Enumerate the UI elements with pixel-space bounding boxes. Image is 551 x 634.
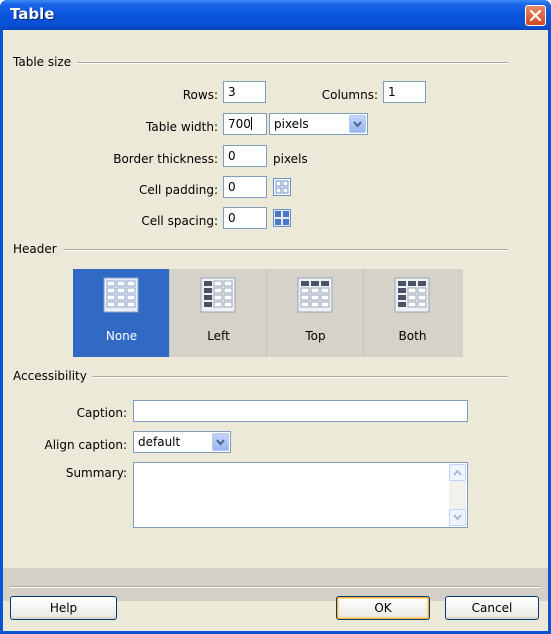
close-icon: [529, 9, 542, 22]
header-options: None Left Top Both: [73, 269, 463, 357]
cell-padding-label: Cell padding:: [138, 183, 218, 197]
table-width-unit-value: pixels: [274, 117, 309, 131]
align-caption-select[interactable]: default: [133, 431, 231, 453]
header-option-left-label: Left: [207, 329, 230, 343]
header-option-left[interactable]: Left: [170, 269, 267, 357]
table-no-header-icon: [103, 277, 139, 313]
cell-spacing-input[interactable]: 0: [223, 207, 267, 229]
footer-divider: [11, 586, 540, 588]
ok-button[interactable]: OK: [336, 596, 430, 620]
header-option-none-label: None: [105, 329, 138, 343]
header-option-top-label: Top: [305, 329, 326, 343]
chevron-up-icon: [453, 469, 462, 476]
cell-padding-input[interactable]: 0: [223, 176, 267, 198]
table-width-input[interactable]: 700: [223, 113, 267, 135]
table-width-label: Table width:: [146, 120, 218, 134]
border-thickness-unit: pixels: [273, 152, 308, 166]
table-size-legend: Table size: [13, 55, 78, 69]
summary-scrollbar[interactable]: [449, 464, 466, 526]
dialog-body: Table size Rows: 3 Columns: 1 Table widt…: [3, 30, 548, 631]
align-caption-label: Align caption:: [44, 438, 127, 452]
scroll-down-button[interactable]: [449, 509, 466, 526]
cell-padding-icon: [273, 178, 291, 196]
summary-label: Summary:: [65, 466, 127, 480]
cell-spacing-icon: [273, 209, 291, 227]
border-thickness-label: Border thickness:: [113, 152, 218, 166]
dialog-title: Table: [10, 5, 55, 23]
caption-label: Caption:: [76, 406, 127, 420]
table-left-header-icon: [200, 277, 236, 313]
columns-label: Columns:: [321, 88, 378, 102]
close-button[interactable]: [525, 5, 546, 26]
rows-input[interactable]: 3: [223, 81, 266, 103]
table-width-unit-dropdown-button[interactable]: [349, 115, 366, 133]
header-option-top[interactable]: Top: [267, 269, 364, 357]
help-button[interactable]: Help: [10, 596, 117, 620]
rows-label: Rows:: [182, 88, 218, 102]
align-caption-dropdown-button[interactable]: [212, 433, 229, 451]
table-dialog: Table Table size Rows: 3 Columns: 1 Tabl…: [0, 0, 551, 634]
cancel-button[interactable]: Cancel: [445, 596, 539, 620]
accessibility-legend: Accessibility: [13, 369, 93, 383]
table-top-header-icon: [297, 277, 333, 313]
scroll-up-button[interactable]: [449, 464, 466, 481]
align-caption-value: default: [138, 435, 181, 449]
table-size-divider: [13, 62, 508, 64]
table-both-header-icon: [394, 277, 430, 313]
table-width-unit-select[interactable]: pixels: [269, 113, 368, 135]
chevron-down-icon: [216, 439, 225, 446]
columns-input[interactable]: 1: [383, 81, 426, 103]
header-option-both[interactable]: Both: [364, 269, 461, 357]
table-width-value: 700: [228, 117, 251, 131]
header-option-both-label: Both: [398, 329, 427, 343]
title-bar[interactable]: Table: [0, 0, 551, 30]
text-caret: [250, 117, 252, 130]
chevron-down-icon: [353, 121, 362, 128]
summary-textarea[interactable]: [133, 462, 468, 528]
header-option-none[interactable]: None: [73, 269, 170, 357]
cell-spacing-label: Cell spacing:: [141, 214, 218, 228]
border-thickness-input[interactable]: 0: [223, 145, 267, 167]
chevron-down-icon: [453, 514, 462, 521]
header-legend: Header: [13, 242, 63, 256]
caption-input[interactable]: [133, 400, 468, 422]
header-divider: [13, 249, 508, 251]
